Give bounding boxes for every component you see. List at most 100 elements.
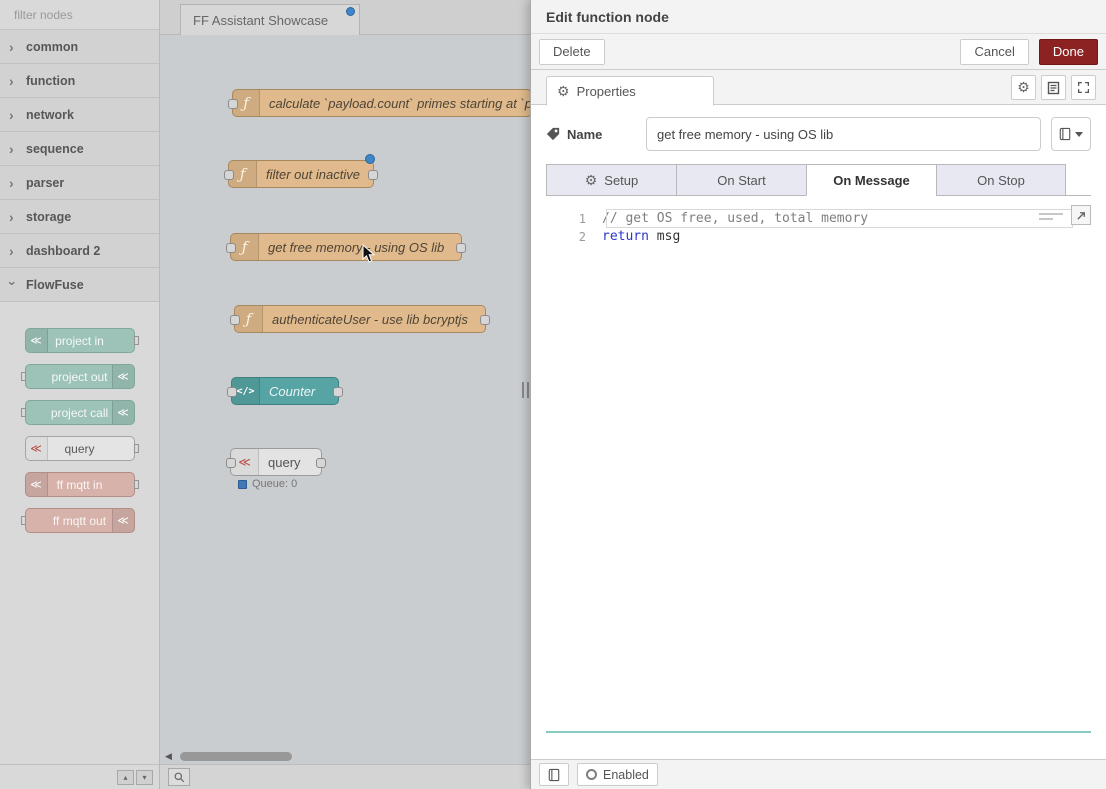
name-label-group: Name: [546, 127, 638, 142]
function-node-filter-out-inactive[interactable]: ƒ filter out inactive: [228, 160, 374, 188]
code-editor[interactable]: 1 // get OS free, used, total memory 2 r…: [546, 205, 1091, 733]
tab-on-stop[interactable]: On Stop: [936, 164, 1066, 196]
input-port[interactable]: [227, 387, 237, 397]
input-port: [21, 516, 26, 525]
flow-canvas[interactable]: FF Assistant Showcase ƒ calculate `paylo…: [160, 0, 530, 789]
description-button[interactable]: [1041, 75, 1066, 100]
category-label: network: [26, 108, 74, 122]
zoom-search-button[interactable]: [168, 768, 190, 786]
output-port[interactable]: [456, 243, 466, 253]
node-label: calculate `payload.count` primes startin…: [260, 96, 530, 111]
flow-tab-label: FF Assistant Showcase: [193, 13, 328, 28]
node-label: get free memory - using OS lib: [259, 240, 453, 255]
counter-node[interactable]: </> Counter: [231, 377, 339, 405]
palette-category-network[interactable]: ›network: [0, 98, 159, 132]
palette-category-common[interactable]: ›common: [0, 30, 159, 64]
tab-properties[interactable]: ⚙ Properties: [546, 76, 714, 106]
input-port[interactable]: [228, 99, 238, 109]
code-text: msg: [649, 229, 680, 244]
palette-node-query[interactable]: ≪ query: [25, 436, 135, 461]
palette-category-dashboard2[interactable]: ›dashboard 2: [0, 234, 159, 268]
library-button[interactable]: [1051, 117, 1091, 151]
status-text: Queue: 0: [252, 478, 297, 490]
chevron-right-icon: ›: [9, 142, 17, 156]
palette-node-label: ff mqtt out: [53, 514, 106, 528]
collapse-all-button[interactable]: ▴: [117, 770, 134, 785]
function-node-calculate-primes[interactable]: ƒ calculate `payload.count` primes start…: [232, 89, 530, 117]
output-port[interactable]: [368, 170, 378, 180]
function-node-get-free-memory[interactable]: ƒ get free memory - using OS lib: [230, 233, 462, 261]
node-label: Counter: [260, 384, 324, 399]
output-port[interactable]: [480, 315, 490, 325]
palette-node-project-out[interactable]: ≪ project out: [25, 364, 135, 389]
input-port[interactable]: [226, 243, 236, 253]
gear-icon: ⚙: [557, 83, 570, 100]
function-node-authenticate-user[interactable]: ƒ authenticateUser - use lib bcryptjs: [234, 305, 486, 333]
code-line: 1 // get OS free, used, total memory: [546, 210, 1091, 228]
toggle-circle-icon: [586, 769, 597, 780]
tag-icon: [546, 127, 560, 141]
chevron-down-icon: ▾: [142, 773, 146, 782]
tab-on-start[interactable]: On Start: [676, 164, 806, 196]
tray-toolbar: Delete Cancel Done: [531, 34, 1106, 70]
cancel-button[interactable]: Cancel: [960, 39, 1028, 65]
query-icon: ≪: [26, 437, 48, 460]
palette-category-function[interactable]: ›function: [0, 64, 159, 98]
tab-setup[interactable]: ⚙ Setup: [546, 164, 676, 196]
enabled-toggle-button[interactable]: Enabled: [577, 763, 658, 786]
palette-search-input[interactable]: [14, 8, 169, 22]
flowfuse-icon: ≪: [112, 365, 134, 388]
canvas-horizontal-scrollbar: ◀: [160, 750, 530, 763]
done-button[interactable]: Done: [1039, 39, 1098, 65]
query-node[interactable]: ≪ query: [230, 448, 322, 476]
output-port: [134, 336, 139, 345]
mqtt-icon: ≪: [26, 473, 48, 496]
tab-on-message[interactable]: On Message: [806, 164, 936, 196]
node-settings-button[interactable]: ⚙: [1011, 75, 1036, 100]
palette-node-ff-mqtt-in[interactable]: ≪ ff mqtt in: [25, 472, 135, 497]
palette-search: [0, 0, 159, 30]
input-port[interactable]: [226, 458, 236, 468]
expand-arrow-icon: [1076, 210, 1087, 221]
function-editor-tabs: ⚙ Setup On Start On Message On Stop: [546, 164, 1091, 196]
expand-tray-button[interactable]: [1071, 75, 1096, 100]
palette-category-sequence[interactable]: › sequence: [0, 132, 159, 166]
category-label: parser: [26, 176, 64, 190]
editor-minimap: [1039, 213, 1065, 223]
tab-label: On Start: [717, 173, 765, 188]
palette-node-label: project out: [51, 370, 107, 384]
palette-category-parser[interactable]: ›parser: [0, 166, 159, 200]
palette-category-storage[interactable]: ›storage: [0, 200, 159, 234]
name-input[interactable]: [646, 117, 1041, 151]
node-label: filter out inactive: [257, 167, 369, 182]
input-port[interactable]: [230, 315, 240, 325]
tray-title: Edit function node: [546, 9, 669, 25]
category-label: sequence: [26, 142, 84, 156]
expand-all-button[interactable]: ▾: [136, 770, 153, 785]
input-port: [21, 408, 26, 417]
delete-button[interactable]: Delete: [539, 39, 605, 65]
expand-editor-button[interactable]: [1071, 205, 1091, 225]
gear-icon: ⚙: [585, 172, 598, 189]
flowfuse-icon: ≪: [26, 329, 48, 352]
output-port[interactable]: [316, 458, 326, 468]
output-port[interactable]: [333, 387, 343, 397]
palette-category-flowfuse[interactable]: ›FlowFuse: [0, 268, 159, 302]
palette-node-label: project in: [55, 334, 104, 348]
palette-node-label: ff mqtt in: [57, 478, 103, 492]
tray-resize-grip[interactable]: [522, 382, 529, 398]
unsaved-changes-dot: [346, 7, 355, 16]
gear-icon: ⚙: [1017, 79, 1030, 96]
flow-tab[interactable]: FF Assistant Showcase: [180, 4, 360, 35]
node-info-button[interactable]: [539, 763, 569, 786]
scroll-left-arrow-icon[interactable]: ◀: [165, 751, 172, 762]
palette-node-project-in[interactable]: ≪ project in: [25, 328, 135, 353]
input-port[interactable]: [224, 170, 234, 180]
scrollbar-thumb[interactable]: [180, 752, 292, 761]
workspace-tab-bar: FF Assistant Showcase: [160, 0, 530, 35]
tray-form: Name ⚙ Setup On Start On Message: [531, 105, 1106, 733]
expand-icon: [1077, 81, 1090, 94]
palette-footer: ▴ ▾: [0, 764, 159, 789]
palette-node-ff-mqtt-out[interactable]: ≪ ff mqtt out: [25, 508, 135, 533]
palette-node-project-call[interactable]: ≪ project call: [25, 400, 135, 425]
